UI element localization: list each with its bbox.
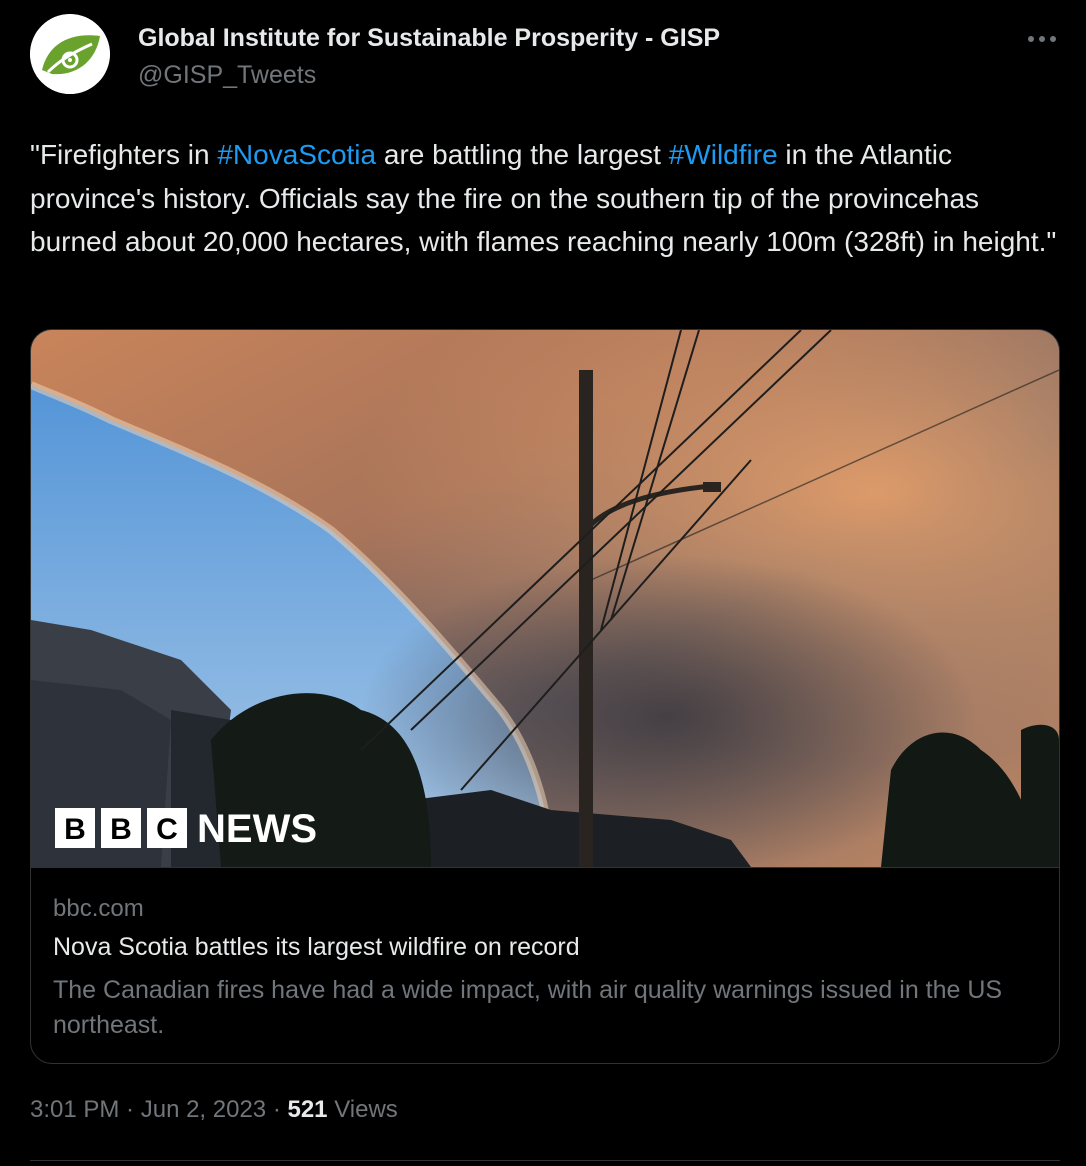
display-name[interactable]: Global Institute for Sustainable Prosper… — [138, 24, 720, 53]
tweet-text: "Firefighters in #NovaScotia are battlin… — [30, 133, 1070, 264]
user-handle[interactable]: @GISP_Tweets — [138, 61, 316, 90]
views-count: 521 — [287, 1096, 328, 1123]
tweet-date-link[interactable]: Jun 2, 2023 — [141, 1096, 266, 1123]
bbc-logo-letter: C — [156, 813, 178, 846]
card-domain: bbc.com — [53, 895, 144, 922]
hashtag-novascotia-link[interactable]: #NovaScotia — [217, 139, 376, 170]
gisp-leaf-logo-icon — [30, 14, 110, 94]
more-horizontal-icon — [1028, 36, 1056, 42]
bbc-news-logo: B B C NEWS — [55, 807, 317, 850]
tweet-time-link[interactable]: 3:01 PM — [30, 1096, 119, 1123]
bbc-logo-letter: B — [64, 813, 86, 846]
hashtag-wildfire-link[interactable]: #Wildfire — [669, 139, 778, 170]
card-title: Nova Scotia battles its largest wildfire… — [53, 933, 580, 961]
bbc-logo-letter: B — [110, 813, 132, 846]
link-preview-card[interactable]: B B C NEWS bbc.com Nova Scotia battles i… — [30, 329, 1060, 1064]
meta-separator: · — [266, 1096, 288, 1123]
card-divider — [31, 867, 1059, 868]
tweet-meta: 3:01 PM · Jun 2, 2023 · 521 Views — [30, 1096, 398, 1124]
avatar[interactable] — [30, 14, 110, 94]
bottom-divider — [30, 1160, 1060, 1161]
tweet-header: Global Institute for Sustainable Prosper… — [30, 14, 1060, 94]
tweet-text-segment: are battling the largest — [376, 139, 669, 170]
wildfire-smoke-photo — [31, 330, 1059, 867]
card-image[interactable]: B B C NEWS — [31, 330, 1059, 867]
views-label: Views — [327, 1096, 398, 1123]
card-description: The Canadian fires have had a wide impac… — [53, 976, 1003, 1039]
more-options-button[interactable] — [1024, 24, 1060, 54]
meta-separator: · — [119, 1096, 141, 1123]
bbc-news-word: NEWS — [197, 807, 317, 850]
tweet-text-segment: "Firefighters in — [30, 139, 218, 170]
